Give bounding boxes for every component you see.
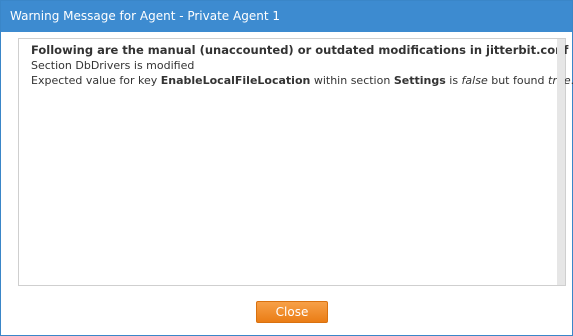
message-text: is [445, 74, 462, 87]
dialog-titlebar[interactable]: Warning Message for Agent - Private Agen… [1, 1, 572, 32]
warning-dialog: Warning Message for Agent - Private Agen… [0, 0, 573, 336]
message-content: Following are the manual (unaccounted) o… [31, 43, 573, 88]
vertical-scrollbar[interactable] [557, 39, 565, 285]
close-button[interactable]: Close [256, 301, 328, 323]
config-key: EnableLocalFileLocation [160, 74, 311, 87]
message-text: Expected value for key [31, 74, 161, 87]
message-line-dbdrivers: Section DbDrivers is modified [31, 59, 195, 72]
config-section: Settings [393, 74, 446, 87]
message-text: within section [310, 74, 394, 87]
dialog-title: Warning Message for Agent - Private Agen… [10, 9, 280, 23]
message-line-settings: Expected value for key EnableLocalFileLo… [31, 73, 573, 88]
message-text: but found [487, 74, 549, 87]
message-panel: Following are the manual (unaccounted) o… [18, 38, 573, 286]
expected-value: false [461, 74, 488, 87]
message-heading: Following are the manual (unaccounted) o… [31, 43, 573, 57]
